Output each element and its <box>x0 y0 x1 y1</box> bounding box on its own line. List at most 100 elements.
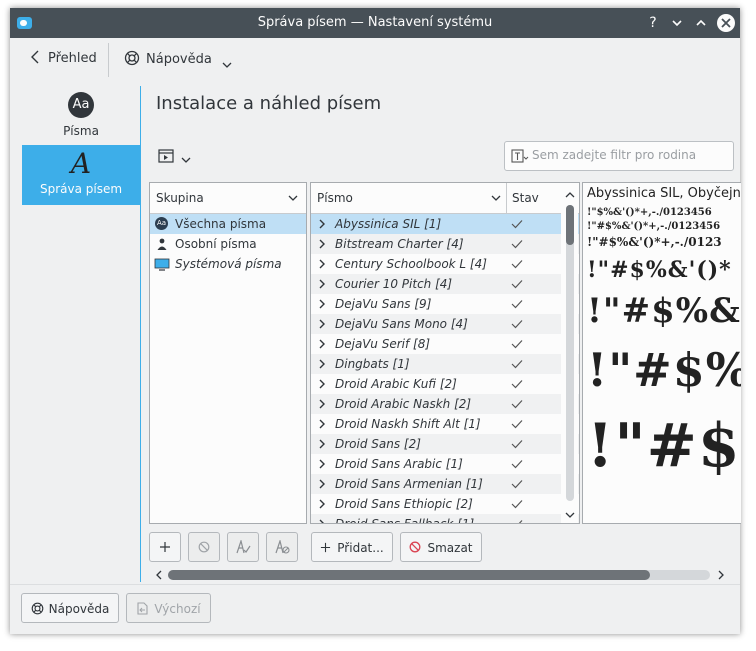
font-row[interactable]: Droid Arabic Kufi [2] <box>311 374 579 394</box>
font-row[interactable]: Droid Sans Fallback [1] <box>311 514 579 524</box>
font-row[interactable]: Dingbats [1] <box>311 354 579 374</box>
vertical-scrollbar[interactable] <box>561 183 578 523</box>
font-row[interactable]: Century Schoolbook L [4] <box>311 254 579 274</box>
font-row[interactable]: Abyssinica SIL [1] <box>311 214 579 234</box>
font-column-header[interactable]: Písmo <box>317 191 353 205</box>
font-row[interactable]: Droid Sans Arabic [1] <box>311 454 579 474</box>
enable-font-button[interactable] <box>227 532 259 562</box>
font-name: Bitstream Charter [4] <box>335 237 464 251</box>
titlebar: Správa písem — Nastavení systému ? <box>10 8 740 38</box>
group-item-system[interactable]: Systémová písma <box>150 254 306 274</box>
remove-group-button[interactable] <box>188 532 220 562</box>
group-header-label: Skupina <box>156 191 204 205</box>
font-row[interactable]: DejaVu Serif [8] <box>311 334 579 354</box>
font-disable-icon <box>275 538 290 554</box>
check-icon <box>511 300 523 309</box>
chevron-right-icon[interactable] <box>318 319 326 329</box>
check-icon <box>511 260 523 269</box>
preview-line: !"$%&'()*+,-./0123456 <box>587 207 712 218</box>
chevron-down-icon <box>288 195 298 201</box>
chevron-right-icon[interactable] <box>318 379 326 389</box>
minimize-button[interactable] <box>668 14 686 32</box>
font-aa-icon: Aa <box>68 92 94 118</box>
group-item-all[interactable]: Aa Všechna písma <box>150 214 306 234</box>
overview-button[interactable]: Přehled <box>30 50 97 66</box>
font-row[interactable]: DejaVu Sans Mono [4] <box>311 314 579 334</box>
chevron-left-icon[interactable] <box>155 570 163 580</box>
font-row[interactable]: Courier 10 Pitch [4] <box>311 274 579 294</box>
delete-font-button[interactable]: Smazat <box>400 532 482 562</box>
chevron-down-icon[interactable] <box>491 194 501 202</box>
font-name: Droid Sans Ethiopic [2] <box>335 497 473 511</box>
sidebar-item-fonts[interactable]: Aa Písma <box>22 92 140 144</box>
check-icon <box>511 440 523 449</box>
font-row[interactable]: Droid Sans Armenian [1] <box>311 474 579 494</box>
status-column-header[interactable]: Stav <box>512 191 539 205</box>
font-name: DejaVu Sans Mono [4] <box>335 317 468 331</box>
chevron-right-icon[interactable] <box>318 299 326 309</box>
group-item-label: Systémová písma <box>175 257 282 271</box>
check-icon <box>511 400 523 409</box>
add-font-button[interactable]: Přidat... <box>311 532 393 562</box>
check-icon <box>511 340 523 349</box>
group-header[interactable]: Skupina <box>150 183 306 214</box>
chevron-right-icon[interactable] <box>318 399 326 409</box>
font-row[interactable]: Bitstream Charter [4] <box>311 234 579 254</box>
preview-mode-button[interactable] <box>158 148 192 168</box>
chevron-right-icon[interactable] <box>318 479 326 489</box>
chevron-up-icon <box>565 192 575 198</box>
group-item-personal[interactable]: Osobní písma <box>150 234 306 254</box>
settings-window: Správa písem — Nastavení systému ? Přehl… <box>10 8 741 634</box>
scrollbar-thumb[interactable] <box>168 570 650 580</box>
close-button[interactable] <box>717 14 735 32</box>
chevron-right-icon[interactable] <box>318 239 326 249</box>
help-window-button[interactable]: ? <box>644 14 662 32</box>
chevron-right-icon[interactable] <box>318 259 326 269</box>
check-icon <box>511 280 523 289</box>
chevron-right-icon[interactable] <box>318 219 326 229</box>
scrollbar-track <box>566 205 574 501</box>
sidebar-item-label: Písma <box>63 124 99 138</box>
disable-font-button[interactable] <box>266 532 298 562</box>
group-list: Skupina Aa Všechna písma Osobní písma Sy… <box>149 182 307 524</box>
chevron-right-icon[interactable] <box>318 439 326 449</box>
font-filter-input[interactable]: Sem zadejte filtr pro rodina <box>504 141 734 171</box>
chevron-right-icon[interactable] <box>318 359 326 369</box>
chevron-right-icon[interactable] <box>318 419 326 429</box>
scrollbar-thumb[interactable] <box>566 205 574 245</box>
font-row[interactable]: DejaVu Sans [9] <box>311 294 579 314</box>
footer-help-button[interactable]: Nápověda <box>21 593 119 623</box>
font-enable-icon <box>236 538 251 554</box>
close-icon <box>721 18 731 28</box>
lifebuoy-icon <box>124 50 140 66</box>
chevron-right-icon[interactable] <box>318 499 326 509</box>
sidebar-item-font-manager[interactable]: A Správa písem <box>22 145 140 205</box>
maximize-button[interactable] <box>692 14 710 32</box>
font-row[interactable]: Droid Naskh Shift Alt [1] <box>311 414 579 434</box>
font-rows: Abyssinica SIL [1] Bitstream Charter [4] C… <box>311 214 579 524</box>
sidebar-divider <box>140 86 141 582</box>
group-item-label: Všechna písma <box>175 217 267 231</box>
delete-icon <box>410 541 421 553</box>
preview-line: !"#$%&'()*+,-./0123456 <box>587 221 721 232</box>
all-fonts-icon: Aa <box>155 217 168 230</box>
group-item-label: Osobní písma <box>175 237 257 251</box>
chevron-right-icon[interactable] <box>318 279 326 289</box>
preview-line: !"#$% <box>587 343 741 397</box>
defaults-button[interactable]: Výchozí <box>126 593 211 623</box>
chevron-right-icon[interactable] <box>318 519 326 524</box>
add-group-button[interactable] <box>149 532 181 562</box>
font-name: Dingbats [1] <box>335 357 410 371</box>
plus-icon <box>160 542 170 552</box>
horizontal-scrollbar[interactable] <box>168 570 710 580</box>
chevron-right-icon[interactable] <box>318 459 326 469</box>
font-row[interactable]: Droid Sans [2] <box>311 434 579 454</box>
font-row[interactable]: Droid Arabic Naskh [2] <box>311 394 579 414</box>
font-name: DejaVu Serif [8] <box>335 337 431 351</box>
lifebuoy-icon <box>31 602 43 615</box>
chevron-right-icon[interactable] <box>717 570 725 580</box>
font-row[interactable]: Droid Sans Ethiopic [2] <box>311 494 579 514</box>
help-menu-button[interactable]: Nápověda <box>124 50 232 69</box>
chevron-right-icon[interactable] <box>318 339 326 349</box>
monitor-icon <box>154 258 170 271</box>
